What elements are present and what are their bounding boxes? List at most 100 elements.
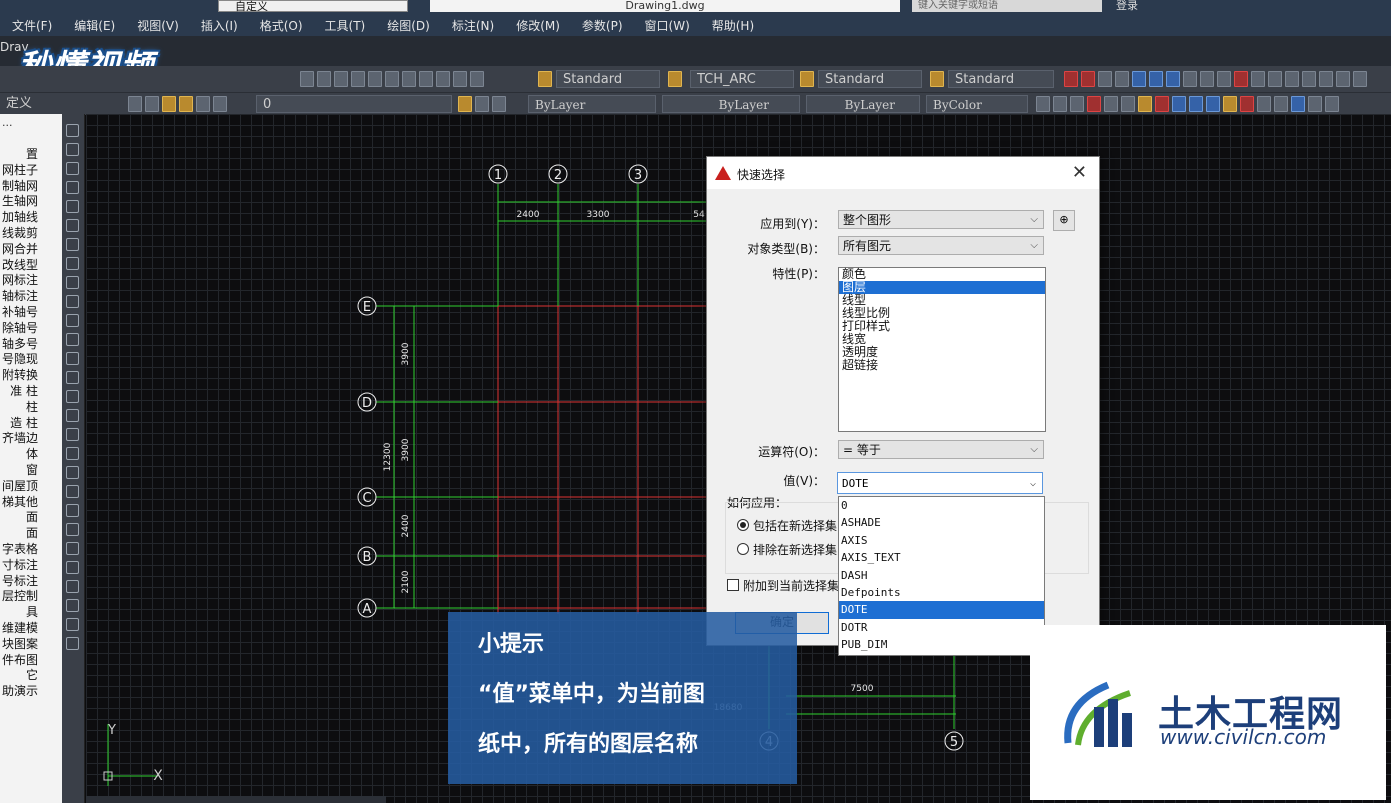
draw-tool-icon[interactable] [66,409,79,422]
draw-tool-icon[interactable] [66,466,79,479]
layer-state-icons[interactable] [458,96,506,112]
palette-item[interactable]: 间屋顶 [0,479,38,493]
draw-tool-icon[interactable] [66,371,79,384]
menu-item-7[interactable]: 标注(N) [452,17,494,34]
menu-item-3[interactable]: 插入(I) [201,17,238,34]
workspace-select[interactable]: 自定义 [218,0,408,13]
lineweight-select[interactable]: ByLayer [806,95,920,113]
close-icon[interactable]: ✕ [1072,162,1087,183]
palette-item[interactable]: 号隐现 [0,353,38,366]
append-checkbox[interactable]: 附加到当前选择集 [727,577,839,594]
draw-tool-icon[interactable] [66,542,79,555]
menu-item-4[interactable]: 格式(O) [260,17,303,34]
draw-tool-icon[interactable] [66,219,79,232]
palette-item[interactable]: 除轴号 [0,321,38,335]
draw-tool-icon[interactable] [66,390,79,403]
properties-list[interactable]: 颜色 图层 线型 线型比例 打印样式 线宽 透明度 超链接 [838,267,1046,432]
property-item[interactable]: 图层 [839,281,1045,294]
select-objects-button[interactable]: ⊕ [1053,210,1075,231]
menu-item-1[interactable]: 编辑(E) [74,17,115,34]
layer-select[interactable]: 0 [256,95,452,113]
draw-tool-icon[interactable] [66,352,79,365]
palette-item[interactable]: 加轴线 [0,211,38,224]
modify-tools-icons[interactable] [1036,96,1339,112]
draw-tool-icon[interactable] [66,276,79,289]
draw-tool-icon[interactable] [66,618,79,631]
operator-select[interactable]: = 等于 ⌵ [838,440,1044,459]
palette-item[interactable]: 轴标注 [0,290,38,303]
palette-item[interactable]: 造 柱 [0,416,38,430]
search-input[interactable]: 键入关键字或短语 [912,0,1102,12]
workspace-short[interactable]: 定义 [0,95,120,113]
palette-item[interactable]: 置 [0,148,38,161]
palette-item[interactable]: 梯其他 [0,495,38,509]
palette-item[interactable]: 线裁剪 [0,227,38,240]
value-option[interactable]: PUB_DIM [839,636,1044,653]
value-option[interactable]: ASHADE [839,514,1044,531]
palette-item[interactable]: 齐墙边 [0,432,38,445]
menu-item-8[interactable]: 修改(M) [516,17,560,34]
multileader-style-select[interactable]: Standard [948,70,1054,88]
value-select[interactable]: DOTE ⌵ [837,472,1043,494]
menu-item-5[interactable]: 工具(T) [325,17,366,34]
palette-item[interactable]: 维建模 [0,622,38,635]
linetype-select[interactable]: ByLayer [662,95,800,113]
plot-style-select[interactable]: ByColor [926,95,1028,113]
palette-item[interactable]: 准 柱 [0,385,38,398]
palette-item[interactable]: 生轴网 [0,195,38,208]
apply-to-select[interactable]: 整个图形 ⌵ [838,210,1044,229]
palette-item[interactable]: 件布图 [0,653,38,667]
palette-item[interactable]: 改线型 [0,258,38,272]
palette-item[interactable]: 网柱子 [0,163,38,177]
property-item[interactable]: 打印样式 [839,320,1045,333]
palette-item[interactable]: 网合并 [0,242,38,256]
draw-tool-icon[interactable] [66,599,79,612]
draw-tool-icon[interactable] [66,447,79,460]
menu-item-9[interactable]: 参数(P) [582,17,623,34]
palette-item[interactable]: 它 [0,669,38,682]
draw-tool-icon[interactable] [66,314,79,327]
palette-item[interactable]: 网标注 [0,274,38,287]
value-option[interactable]: DOTE [839,601,1044,619]
include-radio[interactable]: 包括在新选择集 [737,517,837,534]
draw-tool-icon[interactable] [66,504,79,517]
draw-tool-icon[interactable] [66,295,79,308]
draw-tool-icon[interactable] [66,523,79,536]
palette-item[interactable]: 寸标注 [0,558,38,572]
value-option[interactable]: DASH [839,567,1044,584]
value-dropdown-list[interactable]: 0 ASHADE AXIS AXIS_TEXT DASH Defpoints DOTE DOT… [838,496,1045,656]
object-type-select[interactable]: 所有图元 ⌵ [838,236,1044,255]
draw-tool-icon[interactable] [66,561,79,574]
palette-item[interactable]: 制轴网 [0,179,38,193]
palette-item[interactable]: 体 [0,448,38,461]
palette-item[interactable]: 字表格 [0,543,38,556]
table-style-select[interactable]: Standard [818,70,922,88]
value-option[interactable]: Defpoints [839,584,1044,601]
menu-item-0[interactable]: 文件(F) [12,17,52,34]
draw-tool-icon[interactable] [66,162,79,175]
value-option[interactable]: DOTR [839,619,1044,636]
dimension-tools-icons[interactable] [1064,71,1367,87]
draw-tool-icon[interactable] [66,238,79,251]
value-option[interactable]: AXIS [839,532,1044,549]
property-item[interactable]: 颜色 [839,268,1045,281]
palette-item[interactable]: 轴多号 [0,337,38,351]
menu-item-2[interactable]: 视图(V) [137,17,179,34]
draw-tool-icon[interactable] [66,333,79,346]
draw-tool-icon[interactable] [66,428,79,441]
palette-item[interactable]: 层控制 [0,590,38,603]
exclude-radio[interactable]: 排除在新选择集 [737,541,837,558]
draw-tool-icon[interactable] [66,580,79,593]
palette-item[interactable]: 补轴号 [0,306,38,319]
palette-item[interactable]: 块图案 [0,637,38,651]
palette-item[interactable]: 具 [0,606,38,619]
palette-item[interactable]: 窗 [0,464,38,477]
draw-tool-icon[interactable] [66,485,79,498]
draw-tool-icon[interactable] [66,257,79,270]
layer-tools-icons[interactable] [128,96,227,112]
value-option[interactable]: AXIS_TEXT [839,549,1044,566]
color-select[interactable]: ByLayer [528,95,656,113]
palette-item[interactable]: 面 [0,527,38,540]
view-tools-icons[interactable] [300,71,484,87]
draw-tool-icon[interactable] [66,637,79,650]
